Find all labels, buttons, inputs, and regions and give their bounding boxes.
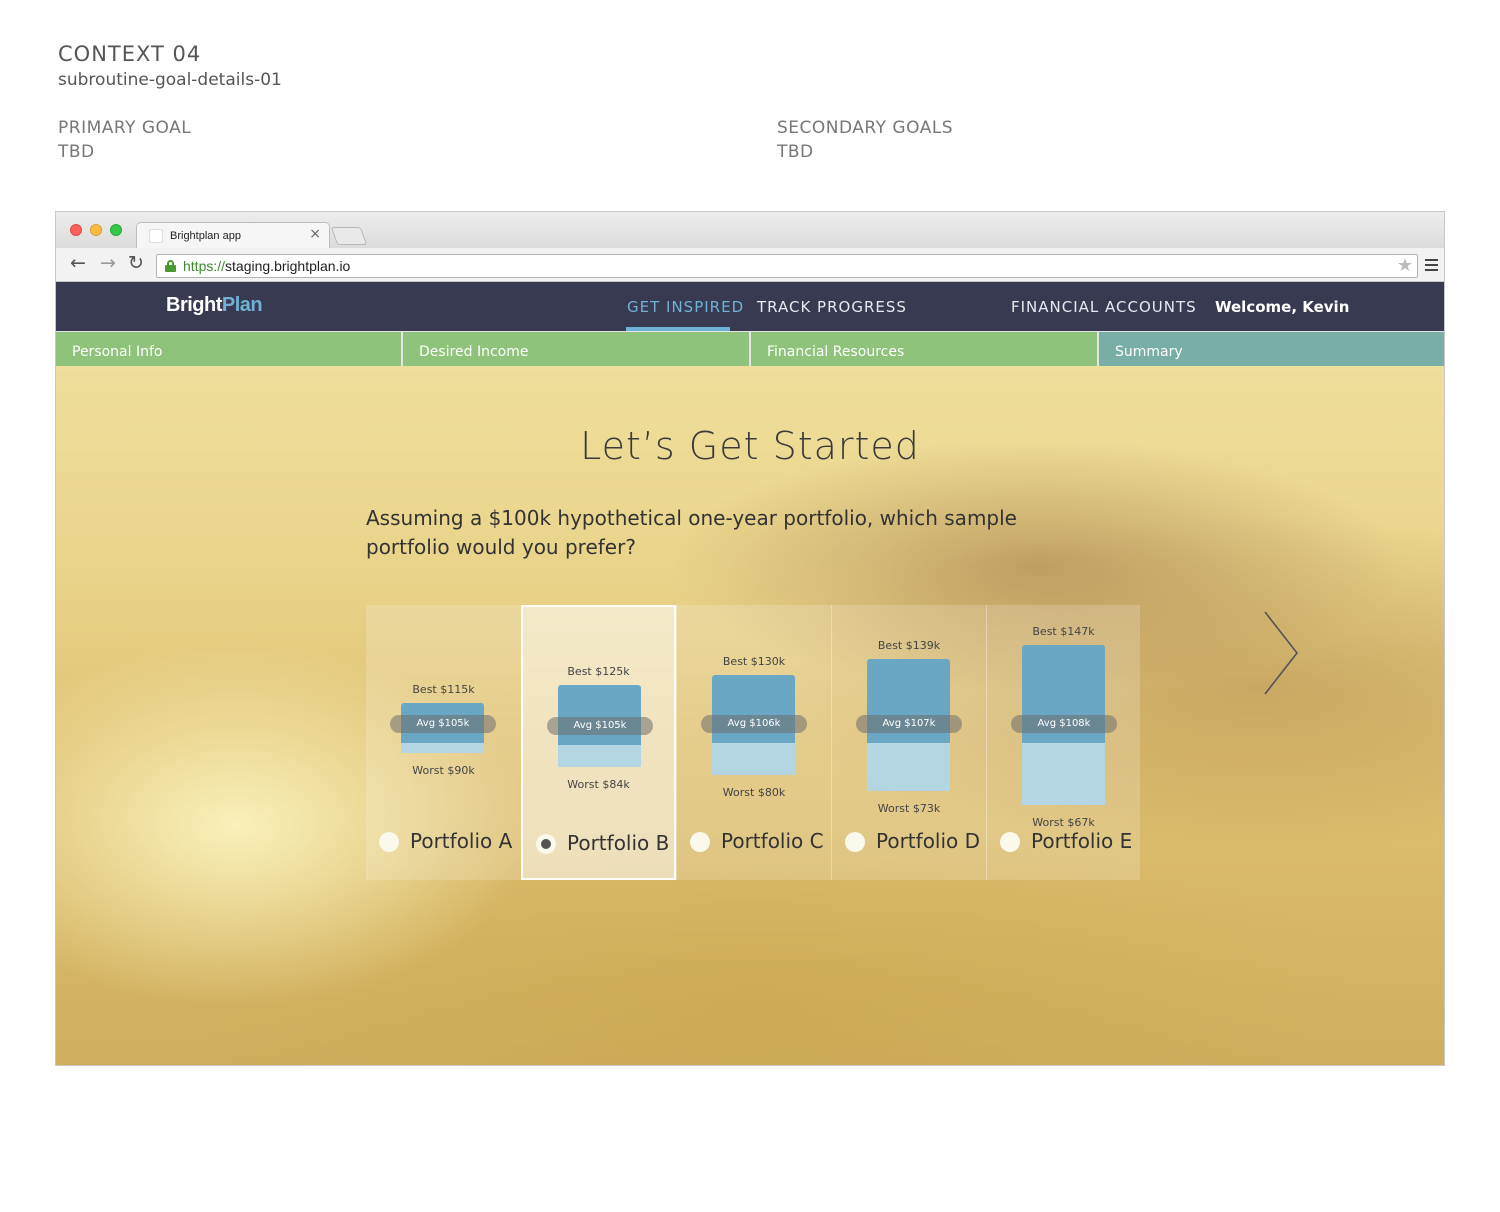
range-bar-lower — [1022, 743, 1105, 805]
address-bar[interactable]: https://staging.brightplan.io ★ — [156, 254, 1418, 278]
app-viewport: BrightPlan GET INSPIRED TRACK PROGRESS F… — [56, 282, 1444, 1065]
page-title: Let’s Get Started — [580, 424, 920, 468]
tab-title: Brightplan app — [170, 230, 241, 242]
range-bar-lower — [558, 745, 641, 767]
hamburger-menu-icon[interactable] — [1425, 259, 1438, 271]
window-zoom-button[interactable] — [110, 224, 122, 236]
range-bar-lower — [401, 743, 484, 753]
tab-close-icon[interactable]: × — [309, 226, 321, 242]
window-minimize-button[interactable] — [90, 224, 102, 236]
nav-track-progress[interactable]: TRACK PROGRESS — [757, 298, 907, 316]
best-value: Best $130k — [722, 655, 786, 668]
spec-screen-id: subroutine-goal-details-01 — [58, 70, 282, 90]
primary-goal: PRIMARY GOAL TBD — [58, 116, 191, 164]
welcome-user[interactable]: Welcome, Kevin — [1215, 298, 1349, 316]
worst-value: Worst $90k — [412, 764, 475, 777]
avg-value: Avg $105k — [390, 715, 496, 733]
avg-value: Avg $105k — [547, 717, 653, 735]
browser-window: Brightplan app × ← → ↻ https://staging.b… — [55, 211, 1445, 1066]
secondary-goals: SECONDARY GOALS TBD — [777, 116, 953, 164]
primary-goal-label: PRIMARY GOAL — [58, 118, 192, 138]
step-financial-resources[interactable]: Financial Resources — [751, 332, 1097, 366]
portfolio-label[interactable]: Portfolio D — [876, 829, 980, 853]
portfolio-card[interactable]: Best $147k Avg $108k Worst $67k Portfoli… — [986, 605, 1140, 880]
range-bar-lower — [867, 743, 950, 791]
favicon-icon — [149, 229, 163, 243]
portfolio-label[interactable]: Portfolio C — [721, 829, 824, 853]
chevron-right-icon[interactable] — [1261, 610, 1301, 696]
window-close-button[interactable] — [70, 224, 82, 236]
progress-steps: Personal Info Desired Income Financial R… — [56, 332, 1444, 366]
worst-value: Worst $73k — [877, 802, 941, 815]
arrow-right-icon[interactable]: → — [100, 252, 116, 274]
logo-text-plan: Plan — [221, 294, 263, 316]
avg-value: Avg $108k — [1011, 715, 1117, 733]
browser-tab[interactable]: Brightplan app × — [136, 222, 330, 249]
best-value: Best $115k — [412, 683, 475, 696]
best-value: Best $125k — [567, 665, 630, 678]
avg-value: Avg $107k — [856, 715, 962, 733]
portfolio-label[interactable]: Portfolio A — [410, 829, 512, 853]
hero-background: Let’s Get Started Assuming a $100k hypot… — [56, 366, 1444, 1065]
logo-text-bright: Bright — [166, 294, 222, 316]
portfolio-radio[interactable] — [690, 832, 710, 852]
secondary-goals-value: TBD — [777, 142, 814, 162]
portfolio-card[interactable]: Best $139k Avg $107k Worst $73k Portfoli… — [831, 605, 986, 880]
nav-financial-accounts[interactable]: FINANCIAL ACCOUNTS — [1011, 298, 1197, 316]
best-value: Best $147k — [1032, 625, 1095, 638]
browser-toolbar: ← → ↻ https://staging.brightplan.io ★ — [56, 248, 1444, 282]
worst-value: Worst $67k — [1032, 816, 1095, 829]
portfolio-card[interactable]: Best $130k Avg $106k Worst $80k Portfoli… — [676, 605, 831, 880]
best-value: Best $139k — [877, 639, 941, 652]
worst-value: Worst $80k — [722, 786, 786, 799]
url-text: https://staging.brightplan.io — [183, 258, 350, 274]
star-icon[interactable]: ★ — [1397, 255, 1413, 276]
reload-icon[interactable]: ↻ — [128, 252, 144, 274]
portfolio-radio[interactable] — [379, 832, 399, 852]
range-bar-lower — [712, 743, 795, 775]
url-scheme: https:// — [183, 258, 226, 274]
portfolio-label[interactable]: Portfolio B — [567, 831, 669, 855]
step-summary[interactable]: Summary — [1099, 332, 1444, 366]
spec-context-title: CONTEXT 04 — [58, 42, 202, 66]
top-navbar: BrightPlan GET INSPIRED TRACK PROGRESS F… — [56, 282, 1444, 331]
secondary-goals-label: SECONDARY GOALS — [777, 118, 954, 138]
portfolio-options: Best $115k Avg $105k Worst $90k Portfoli… — [366, 605, 1140, 880]
nav-active-indicator — [626, 327, 730, 331]
worst-value: Worst $84k — [567, 778, 630, 791]
browser-tab-bar: Brightplan app × — [56, 212, 1444, 249]
nav-get-inspired[interactable]: GET INSPIRED — [627, 298, 744, 316]
step-desired-income[interactable]: Desired Income — [403, 332, 749, 366]
portfolio-label[interactable]: Portfolio E — [1031, 829, 1132, 853]
lock-icon — [165, 260, 176, 272]
avg-value: Avg $106k — [701, 715, 807, 733]
portfolio-card[interactable]: Best $115k Avg $105k Worst $90k Portfoli… — [366, 605, 521, 880]
brightplan-logo[interactable]: BrightPlan — [166, 294, 263, 317]
step-personal-info[interactable]: Personal Info — [56, 332, 401, 366]
portfolio-radio[interactable] — [1000, 832, 1020, 852]
arrow-left-icon[interactable]: ← — [70, 252, 86, 274]
url-host: staging.brightplan.io — [225, 258, 351, 274]
portfolio-radio[interactable] — [845, 832, 865, 852]
primary-goal-value: TBD — [58, 142, 95, 162]
portfolio-card[interactable]: Best $125k Avg $105k Worst $84k Portfoli… — [521, 605, 676, 880]
question-text: Assuming a $100k hypothetical one-year p… — [366, 506, 1017, 559]
range-bar-upper — [558, 685, 641, 745]
portfolio-radio[interactable] — [536, 834, 556, 854]
new-tab-button[interactable] — [330, 227, 368, 245]
